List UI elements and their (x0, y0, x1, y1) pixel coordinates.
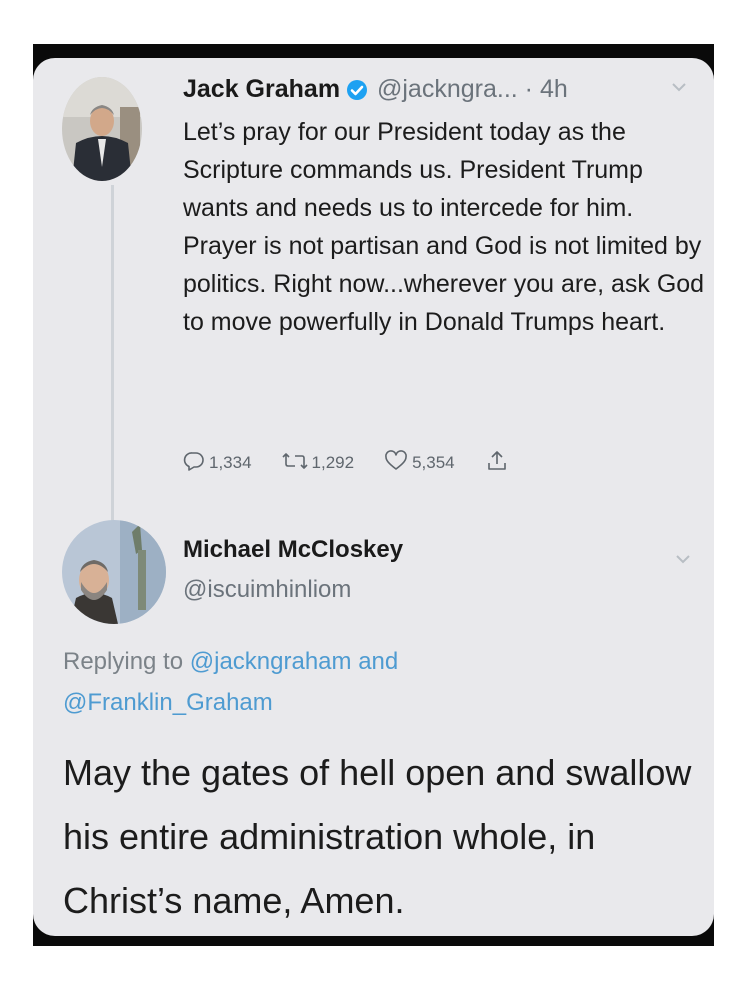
michael-mccloskey-avatar[interactable] (62, 520, 166, 624)
verified-badge-icon (346, 79, 368, 108)
heart-icon (384, 449, 412, 477)
reply-author-name[interactable]: Michael McCloskey (183, 536, 403, 564)
author-handle[interactable]: @jackngra... (377, 75, 518, 103)
author-name[interactable]: Jack Graham (183, 75, 340, 103)
like-button[interactable]: 5,354 (384, 449, 455, 477)
tweet-header: Jack Graham @jackngra... · 4h (183, 75, 568, 108)
mention-link-franklin-graham[interactable]: @Franklin_Graham (63, 689, 273, 716)
share-button[interactable] (485, 449, 513, 478)
tweet-action-bar: 1,334 1,292 5,354 (183, 449, 543, 478)
reply-icon (183, 450, 209, 477)
reply-button[interactable]: 1,334 (183, 450, 252, 477)
share-icon (485, 449, 513, 478)
tweet-time: · 4h (524, 75, 568, 103)
tweet-thread-card: Jack Graham @jackngra... · 4h Let’s pray… (33, 58, 714, 936)
replying-prefix: Replying to (63, 648, 184, 675)
retweet-count: 1,292 (311, 453, 355, 472)
tweet-body: Let’s pray for our President today as th… (183, 118, 705, 336)
like-count: 5,354 (412, 453, 455, 472)
mention-link-jackngraham[interactable]: @jackngraham (190, 648, 352, 675)
retweet-icon (281, 450, 312, 477)
reply-author-handle[interactable]: @iscuimhinliom (183, 576, 351, 604)
jack-graham-avatar[interactable] (62, 77, 142, 181)
reply-chevron-down-icon[interactable] (675, 552, 691, 570)
chevron-down-icon[interactable] (671, 80, 687, 98)
replying-to-line: Replying to @jackngraham and @Franklin_G… (63, 641, 663, 723)
replying-and: and (358, 648, 399, 675)
screenshot-frame: Jack Graham @jackngra... · 4h Let’s pray… (0, 0, 749, 1000)
reply-count: 1,334 (209, 453, 252, 472)
retweet-button[interactable]: 1,292 (281, 450, 355, 477)
thread-connector-line (111, 185, 114, 568)
reply-body: May the gates of hell open and swallow h… (63, 752, 692, 921)
